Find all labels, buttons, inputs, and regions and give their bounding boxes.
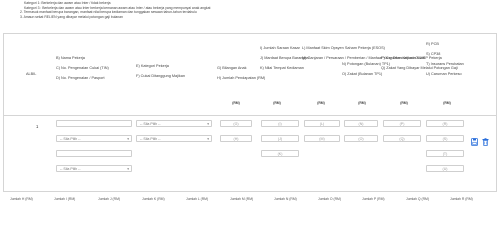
unit-label: (RM) (358, 101, 366, 105)
total-label: Jumlah L (RM) (186, 197, 209, 201)
select-placeholder: -- Sila Pilih -- (60, 167, 81, 171)
unit-label: (RM) (400, 101, 408, 105)
employee-table: ALBIL B) Nama Pekerja C) No. Pengenalan … (3, 33, 497, 192)
totals-footer: Jumlah H (RM) Jumlah I (RM) Jumlah J (RM… (10, 197, 500, 204)
table-row: 1 -- Sila Pilih -- ▾ -- Sila Pilih -- ▾ … (4, 116, 496, 193)
header-label: ALBIL (26, 72, 37, 76)
delete-button[interactable] (482, 133, 489, 146)
total-label: Jumlah J (RM) (98, 197, 121, 201)
chevron-down-icon: ▾ (207, 122, 209, 126)
select-placeholder: -- Sila Pilih -- (140, 122, 161, 126)
gross-pay-input[interactable]: (I) (261, 120, 299, 127)
trash-icon (482, 138, 489, 146)
row-number: 1 (36, 124, 39, 129)
instructions-notes: Kategori 1: Berkelerja dan awam atau Int… (0, 0, 500, 30)
select-placeholder: -- Sila Pilih -- (60, 137, 81, 141)
chevron-down-icon: ▾ (127, 167, 129, 171)
header-label: H) Jumlah Pendapatan (RM) (217, 76, 266, 80)
pcb-input[interactable]: (R) (426, 120, 464, 127)
header-label: O) Zakat (Bulanan TP1) (342, 72, 383, 76)
header-label: U) Caruman Perkeso (426, 72, 462, 76)
unit-label: (RM) (232, 101, 240, 105)
accommodation-input[interactable]: (K) (261, 150, 299, 157)
total-label: Jumlah O (RM) (318, 197, 341, 201)
chevron-down-icon: ▾ (127, 137, 129, 141)
table-header: ALBIL B) Nama Pekerja C) No. Pengenalan … (4, 34, 496, 116)
header-label: I) Jumlah Saraan Kasar (260, 46, 300, 50)
gratuity-input[interactable]: (M) (304, 135, 340, 142)
note-line: 3. Amaun sekat RELIEN yang dibayar melal… (20, 14, 123, 19)
total-label: Jumlah I (RM) (54, 197, 76, 201)
total-label: Jumlah M (RM) (230, 197, 254, 201)
employee-category-select[interactable]: -- Sila Pilih -- ▾ (136, 120, 212, 127)
total-label: Jumlah R (RM) (450, 197, 473, 201)
header-label: K) Nilai Tempat Kediaman (260, 66, 304, 70)
total-label: Jumlah K (RM) (142, 197, 165, 201)
perkeso-input[interactable]: (U) (426, 165, 464, 172)
save-button[interactable] (471, 133, 478, 146)
header-label: D) No. Pengenalan / Pasport (56, 76, 105, 80)
header-label: T) Insurans Perubatan (426, 62, 464, 66)
medical-insurance-input[interactable]: (T) (426, 150, 464, 157)
kwsp-input[interactable]: (P) (383, 120, 421, 127)
header-label: M) Ganjaran / Persaraan / Pemberian / Ma… (302, 56, 426, 60)
header-label: J) Manfaat Berupa Barangan (260, 56, 309, 60)
header-label: F) Cukai Ditanggung Majikan (136, 74, 185, 78)
save-icon (471, 138, 478, 146)
esos-input[interactable]: (L) (304, 120, 340, 127)
cp38-input[interactable]: (S) (426, 135, 464, 142)
income-input[interactable]: (H) (220, 135, 252, 142)
deduction-input[interactable]: (N) (344, 120, 378, 127)
total-label: Jumlah H (RM) (10, 197, 33, 201)
children-count-input[interactable]: (G) (220, 120, 252, 127)
id-number-input[interactable] (56, 150, 132, 157)
benefit-in-kind-input[interactable]: (J) (261, 135, 299, 142)
unit-label: (RM) (273, 101, 281, 105)
select-placeholder: -- Sila Pilih -- (140, 137, 161, 141)
employee-name-input[interactable] (56, 120, 132, 127)
header-label: L) Manfaat Skim Opsyen Saham Pekerja (ES… (302, 46, 385, 50)
tax-borne-select[interactable]: -- Sila Pilih -- ▾ (136, 135, 212, 142)
passport-select[interactable]: -- Sila Pilih -- ▾ (56, 165, 132, 172)
header-label: Q) Zakat Yang Dibayar Melalui Potongan G… (381, 66, 458, 70)
header-label: N) Potongan (Bulanan) TP1) (342, 62, 391, 66)
zakat-payroll-input[interactable]: (Q) (383, 135, 421, 142)
total-label: Jumlah Q (RM) (406, 197, 429, 201)
unit-label: (RM) (443, 101, 451, 105)
chevron-down-icon: ▾ (207, 137, 209, 141)
unit-label: (RM) (317, 101, 325, 105)
total-label: Jumlah N (RM) (274, 197, 297, 201)
zakat-input[interactable]: (O) (344, 135, 378, 142)
total-label: Jumlah P (RM) (362, 197, 385, 201)
header-label: P) Caruman Kepada KWSP Pekerja (381, 56, 442, 60)
tin-select[interactable]: -- Sila Pilih -- ▾ (56, 135, 132, 142)
